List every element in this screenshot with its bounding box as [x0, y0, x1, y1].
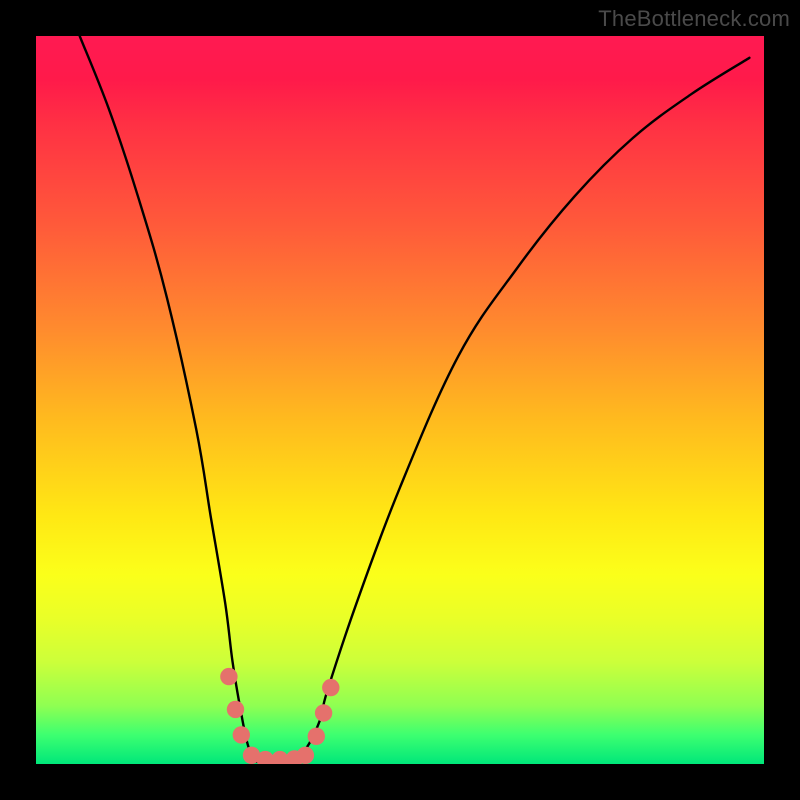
marker-dot — [220, 668, 237, 685]
curve-path — [80, 36, 750, 762]
marker-dot — [322, 679, 339, 696]
watermark-text: TheBottleneck.com — [598, 6, 790, 32]
plot-area — [36, 36, 764, 764]
chart-frame: TheBottleneck.com — [0, 0, 800, 800]
marker-group — [220, 668, 339, 764]
marker-dot — [308, 728, 325, 745]
chart-svg — [36, 36, 764, 764]
marker-dot — [233, 726, 250, 743]
marker-dot — [315, 704, 332, 721]
marker-dot — [227, 701, 244, 718]
marker-dot — [297, 747, 314, 764]
